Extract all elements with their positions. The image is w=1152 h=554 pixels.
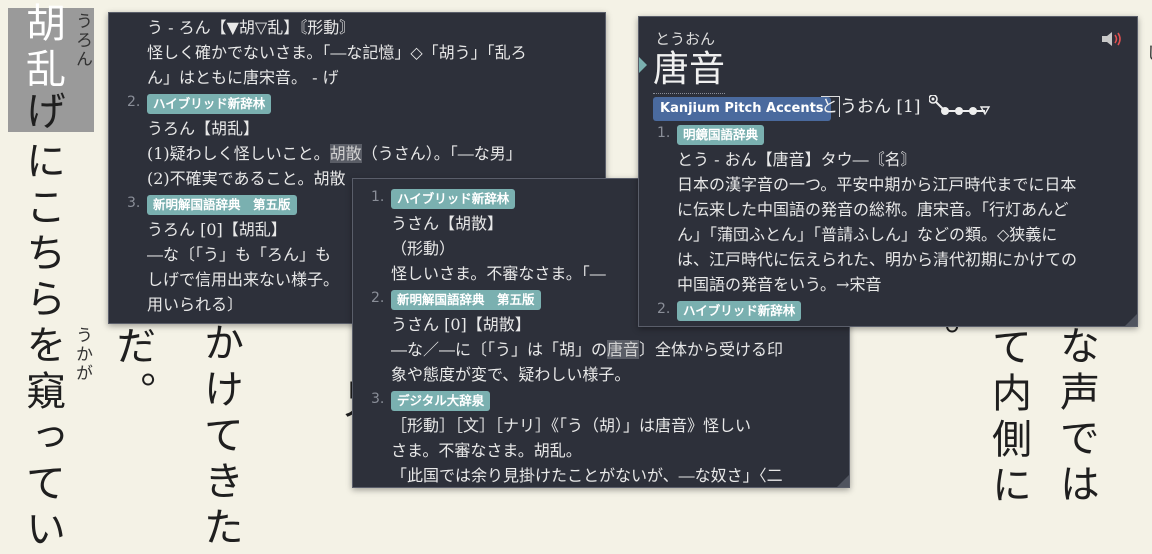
speaker-icon[interactable] — [1101, 31, 1123, 47]
pitch-dictionary-tag[interactable]: Kanjium Pitch Accents — [653, 97, 831, 121]
entry-line: 怪しく確かでないさま。「―な記憶」◇「胡う」「乱ろ — [147, 43, 527, 62]
entry-line: (1)疑わしく怪しいこと。胡散（うさん）。「―な男」 — [147, 141, 605, 166]
entry-number: 3. — [371, 391, 385, 407]
entry-text: 〕全体から受ける印 — [639, 340, 784, 359]
entry-text: 怪しいさま。不審なさま。「― — [391, 264, 606, 283]
entry-number: 3. — [127, 195, 141, 211]
entry-line: ん」はともに唐宋音。 - げ — [147, 68, 339, 87]
lookup-highlight[interactable]: 胡散 — [329, 144, 362, 163]
dict-entry: 2. ハイブリッド新辞林 — [639, 297, 1137, 323]
entry-line: うろん【胡乱】 — [147, 119, 260, 138]
text-column-7: な声では — [1053, 325, 1099, 509]
entry-line: ―な／―に〔「う」は「胡」の唐音〕全体から受ける印 — [391, 337, 849, 362]
dict-entry: 3. デジタル大辞泉 ［形動］［文］［ナリ］《「う（胡）」は唐音》怪しい さま。… — [353, 387, 849, 487]
entry-number: 2. — [371, 290, 385, 306]
ruby-ukaga: うかが — [72, 326, 92, 383]
entry-line: 「此国では余り見掛けたことがないが、―な奴さ」〈二 — [391, 466, 783, 485]
highlighted-word[interactable]: 胡乱 — [18, 2, 66, 94]
dict-entry: う - ろん【▼胡▽乱】〘形動〙 怪しく確かでないさま。「―な記憶」◇「胡う」「… — [109, 15, 605, 90]
ruby-uron: うろん — [72, 12, 92, 69]
resize-handle[interactable] — [837, 475, 849, 487]
entry-number: 1. — [371, 189, 385, 205]
text-column-1b: にこちらを窺ってい — [19, 140, 65, 554]
pitch-high-mora: と — [821, 96, 840, 117]
text-column-6: て内側に — [985, 326, 1031, 510]
entry-line: う - ろん【▼胡▽乱】〘形動〙 — [147, 18, 356, 37]
entry-line: とう - おん【唐音】タウ―〘名〙 — [677, 150, 917, 169]
dictionary-tag[interactable]: ハイブリッド新辞林 — [147, 94, 272, 114]
resize-handle[interactable] — [1125, 314, 1137, 326]
text-column-1a: げ — [19, 90, 65, 136]
dictionary-tag[interactable]: 新明解国語辞典 第五版 — [391, 290, 541, 310]
term-headword: 唐音 — [653, 49, 726, 94]
entry-line: ［形動］［文］［ナリ］《「う（胡）」は唐音》怪しい — [391, 416, 752, 435]
entry-line: は、江戸時代に伝えられた、明から清代初期にかけての — [677, 250, 1078, 269]
entry-line: 中国語の発音をいう。→宋音 — [677, 275, 882, 294]
pitch-reading: とうおん [1] — [821, 95, 920, 120]
text-column-2: だ。 — [109, 325, 155, 417]
dictionary-popup-touon[interactable]: とうおん 唐音 Kanjium Pitch Accents とうおん [1] 1… — [638, 16, 1138, 327]
dictionary-tag[interactable]: 新明解国語辞典 第五版 — [147, 195, 297, 215]
entry-number: 2. — [127, 94, 141, 110]
entry-text: (1)疑わしく怪しいこと。 — [147, 144, 330, 163]
pitch-graph-icon — [929, 95, 991, 116]
entry-line: ん」「蒲団ふとん」「普請ふしん」などの類。◇狭義に — [677, 225, 1058, 244]
dictionary-tag[interactable]: ハイブリッド新辞林 — [391, 189, 516, 209]
dictionary-tag[interactable]: ハイブリッド新辞林 — [677, 301, 802, 321]
entry-line: 象や態度が変で、疑わしい様子。 — [391, 365, 631, 384]
lookup-highlight[interactable]: 唐音 — [607, 340, 640, 359]
entry-line: 日本の漢字音の一つ。平安中期から江戸時代までに日本 — [677, 175, 1077, 194]
dictionary-tag[interactable]: デジタル大辞泉 — [391, 391, 491, 411]
entry-text: （うさん）。「―な男」 — [361, 144, 522, 163]
text-column-3: かけてきた — [197, 322, 243, 552]
entry-number: 1. — [657, 125, 671, 141]
entry-number: 2. — [657, 301, 671, 317]
dictionary-tag[interactable]: 明鏡国語辞典 — [677, 125, 765, 145]
entry-text: ―な／―に〔「う」は「胡」の — [391, 340, 608, 359]
entry-line: に伝来した中国語の発音の総称。唐宋音。「行灯あんど — [677, 200, 1069, 219]
pitch-rest: うおん [1] — [840, 97, 921, 117]
dict-entry: 1. 明鏡国語辞典 とう - おん【唐音】タウ―〘名〙 日本の漢字音の一つ。平安… — [639, 121, 1137, 297]
dict-entry: 2. ハイブリッド新辞林 うろん【胡乱】 (1)疑わしく怪しいこと。胡散（うさん… — [109, 90, 605, 191]
entry-line: さま。不審なさま。胡乱。 — [391, 441, 582, 460]
ruby-fragment: し — [1142, 44, 1152, 63]
collapse-arrow-icon[interactable] — [639, 57, 647, 73]
